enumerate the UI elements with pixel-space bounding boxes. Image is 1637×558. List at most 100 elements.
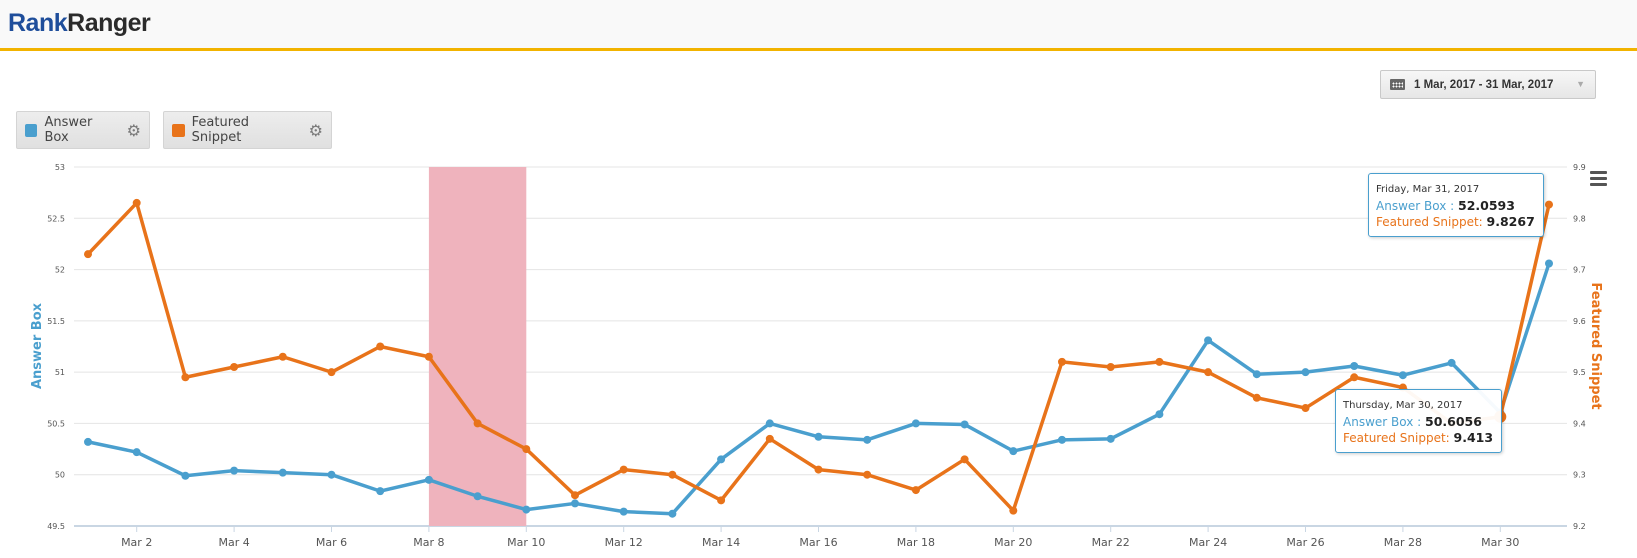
answer-box-point <box>1398 371 1407 380</box>
featured-snippet-point <box>765 434 774 443</box>
right-y-axis-title: Featured Snippet <box>1588 282 1603 409</box>
answer-box-point <box>1252 370 1261 379</box>
answer-box-point <box>473 492 482 501</box>
tooltip-series1-label: Answer Box <box>1376 199 1447 213</box>
featured-snippet-point <box>376 342 385 351</box>
featured-snippet-point <box>717 496 726 505</box>
y-tick-label: 51.5 <box>47 317 65 326</box>
y2-tick-label: 9.5 <box>1573 368 1586 377</box>
y-tick-label: 50 <box>55 471 65 480</box>
answer-box-point <box>84 437 92 446</box>
right-y-axis-ticks: 9.9 9.8 9.7 9.6 9.5 9.4 9.3 9.2 <box>1573 163 1586 531</box>
line-chart: 53 52.5 52 51.5 51 50.5 50 49.5 9.9 9.8 9.7 9.6 9.5… <box>30 163 1603 549</box>
featured-snippet-point <box>424 352 433 361</box>
featured-snippet-point <box>181 373 190 382</box>
left-y-axis-title: Answer Box <box>30 302 45 389</box>
answer-box-point <box>911 419 920 428</box>
highlight-band <box>428 167 527 526</box>
answer-box-point <box>1350 361 1359 370</box>
featured-snippet-point <box>814 465 823 474</box>
answer-box-point <box>1058 435 1066 444</box>
featured-snippet-point <box>960 455 969 464</box>
answer-box-point <box>668 509 677 518</box>
answer-box-point <box>1301 368 1310 377</box>
x-tick-label: Mar 16 <box>799 536 837 549</box>
answer-box-point <box>327 470 336 479</box>
y2-tick-label: 9.4 <box>1573 419 1586 428</box>
y2-tick-label: 9.9 <box>1573 163 1586 172</box>
x-tick-label: Mar 26 <box>1286 536 1324 549</box>
x-tick-label: Mar 10 <box>507 536 545 549</box>
featured-snippet-point <box>1301 404 1310 413</box>
answer-box-point <box>619 507 628 516</box>
y2-tick-label: 9.8 <box>1573 214 1586 223</box>
featured-snippet-point <box>1106 363 1115 372</box>
answer-box-point <box>960 420 969 429</box>
x-tick-label: Mar 18 <box>897 536 935 549</box>
y2-tick-label: 9.2 <box>1573 522 1586 531</box>
answer-box-point <box>522 505 531 514</box>
featured-snippet-point <box>911 486 920 495</box>
x-tick-label: Mar 8 <box>413 536 444 549</box>
x-tick-label: Mar 6 <box>316 536 347 549</box>
x-tick-label: Mar 30 <box>1481 536 1519 549</box>
tooltip-date: Friday, Mar 31, 2017 <box>1376 184 1480 195</box>
y2-tick-label: 9.7 <box>1573 266 1586 275</box>
tooltip-series2-label: Featured Snippet: <box>1376 215 1483 229</box>
tooltip-series1-value: 52.0593 <box>1458 198 1515 213</box>
featured-snippet-point <box>1545 200 1553 209</box>
tooltip-date: Thursday, Mar 30, 2017 <box>1343 400 1463 411</box>
tooltip-series1-label: Answer Box <box>1343 415 1414 429</box>
answer-box-point <box>863 435 872 444</box>
featured-snippet-point <box>571 491 579 500</box>
series-lines <box>84 198 1553 518</box>
answer-box-point <box>230 466 239 475</box>
x-tick-label: Mar 24 <box>1189 536 1227 549</box>
featured-snippet-point <box>327 368 336 377</box>
featured-snippet-point <box>522 445 531 454</box>
x-tick-label: Mar 14 <box>702 536 740 549</box>
tooltip-mar-31: Friday, Mar 31, 2017 Answer Box : 52.059… <box>1368 173 1544 237</box>
answer-box-point <box>814 432 823 441</box>
answer-box-point <box>1106 434 1115 443</box>
x-tick-label: Mar 4 <box>218 536 249 549</box>
featured-snippet-point <box>84 250 92 259</box>
x-tick-label: Mar 20 <box>994 536 1032 549</box>
answer-box-line <box>87 262 1551 516</box>
featured-snippet-point <box>863 470 872 479</box>
y-tick-label: 52.5 <box>47 214 65 223</box>
featured-snippet-point <box>1155 357 1164 366</box>
y-tick-label: 52 <box>55 266 65 275</box>
answer-box-point <box>571 499 579 508</box>
answer-box-point <box>1447 358 1456 367</box>
y-tick-label: 50.5 <box>47 419 65 428</box>
tooltip-series2-value: 9.413 <box>1453 430 1494 445</box>
tooltip-series1-value: 50.6056 <box>1425 414 1482 429</box>
answer-box-point <box>1009 447 1018 456</box>
answer-box-point <box>717 455 726 464</box>
answer-box-point <box>278 468 287 477</box>
featured-snippet-point <box>230 363 239 372</box>
featured-snippet-point <box>278 352 287 361</box>
featured-snippet-point <box>1009 506 1018 515</box>
answer-box-point <box>1204 336 1213 345</box>
x-tick-label: Mar 12 <box>605 536 643 549</box>
featured-snippet-point <box>132 198 141 207</box>
tooltip-series2-value: 9.8267 <box>1486 214 1535 229</box>
featured-snippet-point <box>1204 368 1213 377</box>
x-axis: Mar 2 Mar 4 Mar 6 Mar 8 Mar 10 Mar 12 Mar 14 Ma… <box>121 526 1519 549</box>
answer-box-point <box>765 419 774 428</box>
y2-tick-label: 9.3 <box>1573 471 1586 480</box>
y-tick-label: 49.5 <box>47 522 65 531</box>
answer-box-point <box>424 475 433 484</box>
featured-snippet-point <box>473 419 482 428</box>
y2-tick-label: 9.6 <box>1573 317 1586 326</box>
y-tick-label: 51 <box>55 368 65 377</box>
tooltip-mar-30: Thursday, Mar 30, 2017 Answer Box : 50.6… <box>1335 389 1503 453</box>
x-tick-label: Mar 2 <box>121 536 152 549</box>
answer-box-point <box>132 448 141 457</box>
x-tick-label: Mar 22 <box>1092 536 1130 549</box>
featured-snippet-line <box>86 201 1551 513</box>
featured-snippet-point <box>1058 357 1066 366</box>
answer-box-point <box>1155 410 1164 419</box>
